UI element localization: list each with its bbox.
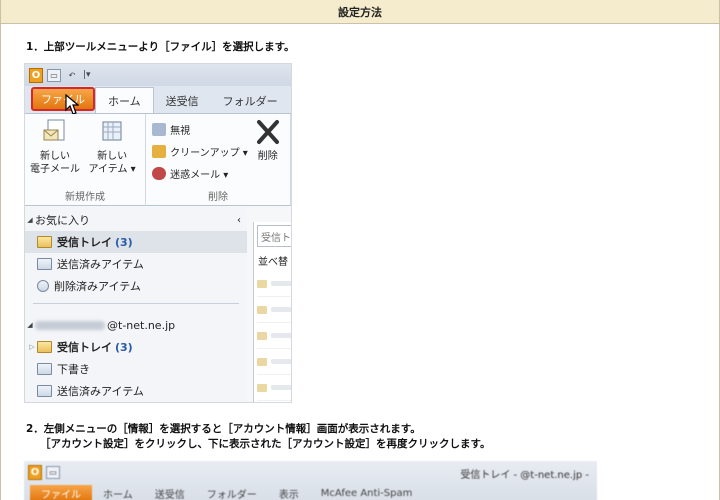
nav-divider bbox=[33, 303, 239, 304]
account-label: @t-net.ne.jp bbox=[107, 318, 176, 332]
new-email-label-1: 新しい bbox=[40, 151, 70, 162]
step-2-line-1: 2．左側メニューの［情報］を選択すると［アカウント情報］画面が表示されます。 bbox=[26, 423, 421, 435]
tab-mcafee-2[interactable]: McAfee Anti-Spam bbox=[310, 485, 424, 500]
tab-file[interactable]: ファイル bbox=[31, 87, 95, 111]
ribbon-group-new: 新しい 電子メール 新しい アイテム ▾ 新規作成 bbox=[25, 114, 147, 206]
cleanup-button[interactable]: クリーンアップ ▾ bbox=[152, 140, 248, 162]
sent-folder-icon bbox=[37, 385, 52, 397]
page: 設定方法 1．上部ツールメニューより［ファイル］を選択します。 O ▭ ↶ |▾… bbox=[0, 0, 720, 500]
expand-arrow-icon[interactable]: ◢ bbox=[25, 321, 35, 329]
fav-inbox-label: 受信トレイ bbox=[57, 236, 112, 249]
outlook-screenshot-2: O ▭ 受信トレイ - @t-net.ne.jp - ファイル ホーム 送受信 … bbox=[24, 461, 597, 500]
sent-folder-icon bbox=[37, 258, 52, 270]
new-items-label-1: 新しい bbox=[97, 151, 128, 162]
nav-item-acc-sent[interactable]: 送信済みアイテム bbox=[25, 380, 247, 402]
step-1-label: 1．上部ツールメニューより［ファイル］を選択します。 bbox=[26, 41, 295, 53]
ribbon-tabs-2: ファイル ホーム 送受信 フォルダー 表示 McAfee Anti-Spam bbox=[24, 485, 597, 500]
tab-view-2[interactable]: 表示 bbox=[268, 485, 310, 500]
message-list-pane: 受信ト 並べ替 bbox=[253, 222, 291, 402]
step-2-text: 2．左側メニューの［情報］を選択すると［アカウント情報］画面が表示されます。 ［… bbox=[26, 422, 490, 452]
nav-item-fav-deleted[interactable]: 削除済みアイテム bbox=[25, 275, 247, 297]
cleanup-label: クリーンアップ ▾ bbox=[170, 147, 248, 159]
tab-home-2[interactable]: ホーム bbox=[92, 485, 144, 500]
window-title-2: 受信トレイ - @t-net.ne.jp - bbox=[460, 470, 589, 481]
folder-icon bbox=[37, 341, 52, 353]
ignore-button[interactable]: 無視 bbox=[152, 118, 248, 140]
header-title: 設定方法 bbox=[338, 5, 382, 19]
quick-access-dropdown-icon[interactable]: |▾ bbox=[83, 70, 91, 80]
favorites-header[interactable]: ◢ お気に入り ‹ bbox=[25, 209, 247, 231]
ignore-icon bbox=[152, 122, 167, 136]
account-name-blurred bbox=[35, 320, 105, 330]
search-input[interactable]: 受信ト bbox=[257, 225, 291, 247]
ribbon-group-delete: 無視 クリーンアップ ▾ 迷惑メール ▾ 削除 削除 bbox=[146, 114, 291, 206]
new-items-icon bbox=[99, 118, 125, 146]
list-item[interactable] bbox=[257, 271, 291, 297]
drafts-label: 下書き bbox=[57, 363, 90, 376]
group-label-new: 新規作成 bbox=[65, 192, 106, 203]
outlook-app-icon: O bbox=[28, 464, 42, 480]
search-placeholder: 受信ト bbox=[261, 232, 291, 244]
fav-deleted-label: 削除済みアイテム bbox=[54, 280, 141, 293]
undo-icon[interactable]: ↶ bbox=[65, 69, 79, 82]
ribbon: 新しい 電子メール 新しい アイテム ▾ 新規作成 無視 クリーンアップ ▾ 迷… bbox=[25, 114, 291, 206]
delete-x-icon bbox=[255, 118, 281, 146]
drafts-icon bbox=[37, 363, 52, 375]
navigation-pane: ◢ お気に入り ‹ 受信トレイ (3) 送信済みアイテム 削除済みアイテム ◢ bbox=[25, 207, 247, 402]
delete-label: 削除 bbox=[257, 151, 278, 162]
folder-icon bbox=[37, 236, 52, 248]
junk-button[interactable]: 迷惑メール ▾ bbox=[152, 162, 248, 184]
collapse-arrow-icon[interactable]: ◢ bbox=[25, 216, 35, 224]
tab-home[interactable]: ホーム bbox=[95, 87, 154, 113]
trash-icon bbox=[37, 280, 49, 292]
acc-inbox-label: 受信トレイ bbox=[57, 341, 112, 354]
new-items-button[interactable]: 新しい アイテム ▾ bbox=[86, 118, 138, 176]
outlook-screenshot-1: O ▭ ↶ |▾ ファイル ホーム 送受信 フォルダー 新しい 電子メール 新し… bbox=[24, 63, 292, 403]
tab-file-2[interactable]: ファイル bbox=[30, 485, 92, 500]
list-item[interactable] bbox=[257, 375, 291, 401]
sort-by-label[interactable]: 並べ替 bbox=[254, 250, 291, 271]
ribbon-tabs: ファイル ホーム 送受信 フォルダー bbox=[25, 86, 291, 115]
list-item[interactable] bbox=[257, 323, 291, 349]
tab-folder-2[interactable]: フォルダー bbox=[196, 485, 268, 500]
step-1-text: 1．上部ツールメニューより［ファイル］を選択します。 bbox=[26, 40, 295, 55]
page-header: 設定方法 bbox=[1, 0, 719, 24]
collapse-pane-icon[interactable]: ‹ bbox=[237, 215, 241, 226]
fav-sent-label: 送信済みアイテム bbox=[57, 258, 144, 271]
acc-sent-label: 送信済みアイテム bbox=[57, 385, 144, 398]
new-email-icon bbox=[42, 118, 68, 146]
junk-icon bbox=[152, 166, 167, 180]
outlook-app-icon: O bbox=[29, 67, 43, 83]
tab-folder[interactable]: フォルダー bbox=[211, 89, 290, 113]
new-email-button[interactable]: 新しい 電子メール bbox=[29, 118, 81, 176]
save-icon[interactable]: ▭ bbox=[46, 465, 60, 479]
nav-item-fav-sent[interactable]: 送信済みアイテム bbox=[25, 253, 247, 275]
fav-inbox-count: (3) bbox=[115, 235, 133, 249]
tab-send-receive-2[interactable]: 送受信 bbox=[144, 485, 196, 500]
list-item[interactable] bbox=[257, 297, 291, 323]
step-2-line-2: ［アカウント設定］をクリックし、下に表示された［アカウント設定］を再度クリックし… bbox=[40, 438, 491, 450]
nav-item-fav-inbox[interactable]: 受信トレイ (3) bbox=[25, 231, 247, 253]
title-bar: O ▭ ↶ |▾ bbox=[25, 64, 291, 86]
tab-send-receive[interactable]: 送受信 bbox=[154, 89, 211, 113]
expand-folder-icon[interactable]: ▷ bbox=[27, 343, 37, 351]
mouse-pointer-icon bbox=[65, 94, 79, 115]
acc-inbox-count: (3) bbox=[115, 340, 133, 354]
nav-item-drafts[interactable]: 下書き bbox=[25, 358, 247, 380]
delete-button[interactable]: 削除 bbox=[250, 118, 286, 184]
new-email-label-2: 電子メール bbox=[30, 164, 80, 175]
new-items-label-2: アイテム ▾ bbox=[88, 164, 136, 175]
list-item[interactable] bbox=[257, 349, 291, 375]
nav-item-acc-inbox[interactable]: ▷ 受信トレイ (3) bbox=[25, 336, 247, 358]
junk-label: 迷惑メール ▾ bbox=[170, 169, 229, 181]
ignore-label: 無視 bbox=[170, 125, 191, 137]
account-header[interactable]: ◢ @t-net.ne.jp bbox=[25, 314, 247, 336]
cleanup-icon bbox=[152, 144, 167, 158]
favorites-label: お気に入り bbox=[35, 214, 90, 227]
save-icon[interactable]: ▭ bbox=[47, 68, 61, 82]
group-label-delete: 削除 bbox=[208, 192, 229, 203]
